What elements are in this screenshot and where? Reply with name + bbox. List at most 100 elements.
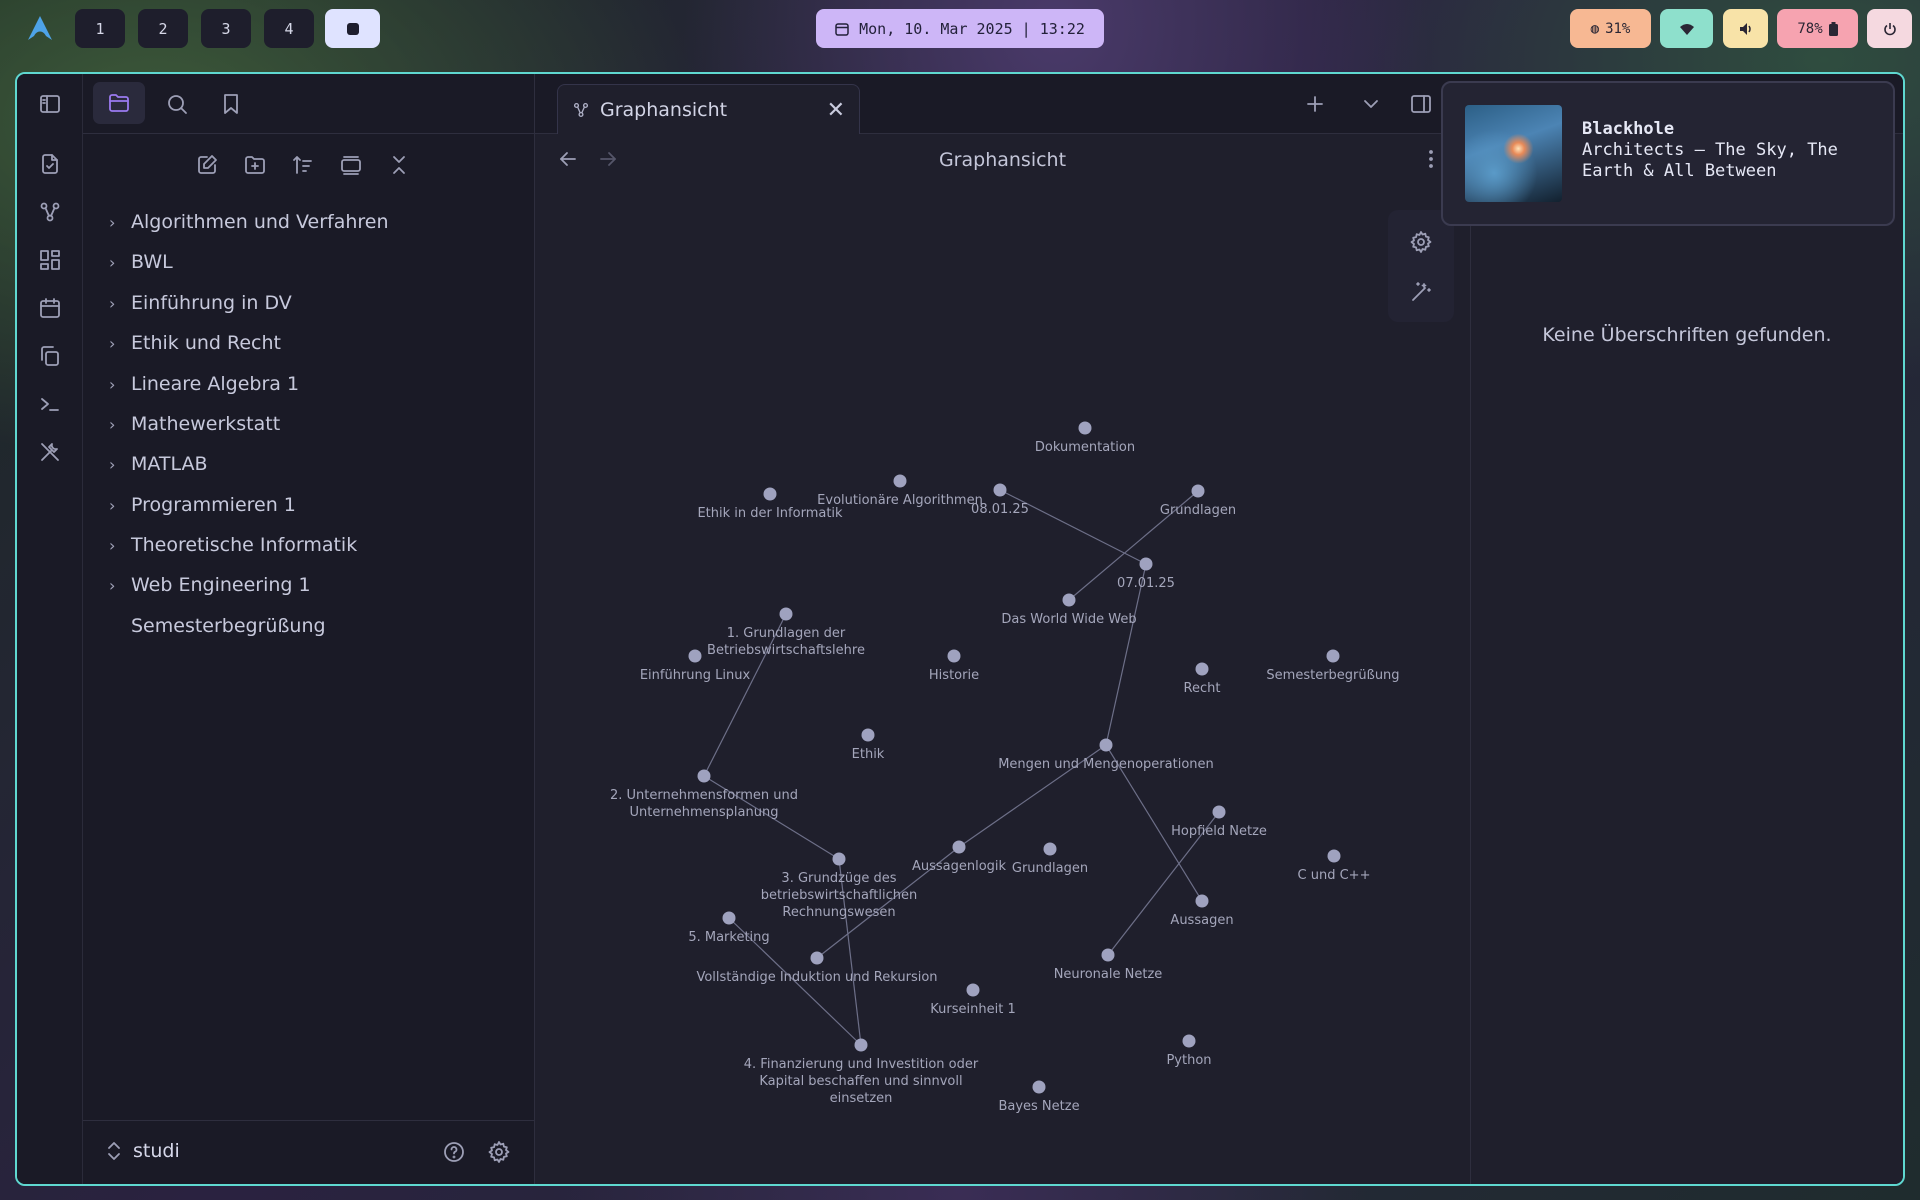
- workspace-3[interactable]: 3: [201, 9, 251, 48]
- new-note-icon[interactable]: [189, 147, 225, 183]
- workspace-4[interactable]: 4: [264, 9, 314, 48]
- bookmarks-tab-icon[interactable]: [213, 86, 249, 122]
- vault-name[interactable]: studi: [133, 1140, 180, 1162]
- graph-node-bwl3[interactable]: [832, 852, 846, 866]
- graph-node-induktion[interactable]: [810, 951, 824, 965]
- graph-node-d080125[interactable]: [993, 483, 1007, 497]
- folder-label: Programmieren 1: [131, 494, 296, 516]
- workspace-2[interactable]: 2: [138, 9, 188, 48]
- workspace-1[interactable]: 1: [75, 9, 125, 48]
- graph-canvas[interactable]: DokumentationEvolutionäre AlgorithmenEth…: [535, 134, 1470, 1184]
- graph-node-python[interactable]: [1182, 1034, 1196, 1048]
- close-tab-icon[interactable]: ✕: [827, 98, 845, 123]
- settings-icon[interactable]: [483, 1136, 515, 1168]
- templates-icon[interactable]: [32, 338, 68, 374]
- graph-node-grund2[interactable]: [1043, 842, 1057, 856]
- battery-widget[interactable]: 78%: [1777, 9, 1858, 48]
- tab-title: Graphansicht: [600, 99, 728, 121]
- auto-reveal-icon[interactable]: [333, 147, 369, 183]
- graph-node-semester[interactable]: [1326, 649, 1340, 663]
- top-bar: 1 2 3 4 Mon, 10. Mar 2025 | 13:22 ◍ 31% …: [0, 0, 1920, 58]
- folder-lineare-algebra[interactable]: › Lineare Algebra 1: [109, 364, 299, 404]
- toggle-right-sidebar-icon[interactable]: [1403, 86, 1439, 122]
- graph-node-marketing[interactable]: [722, 911, 736, 925]
- help-icon[interactable]: [438, 1136, 470, 1168]
- chevron-right-icon: ›: [109, 374, 116, 394]
- tools-icon[interactable]: [32, 434, 68, 470]
- tab-graphansicht[interactable]: Graphansicht ✕: [557, 84, 860, 135]
- folder-label: Theoretische Informatik: [131, 534, 358, 556]
- folder-programmieren[interactable]: › Programmieren 1: [109, 485, 296, 525]
- vault-switcher-icon[interactable]: [99, 1136, 129, 1166]
- folder-web-engineering[interactable]: › Web Engineering 1: [109, 565, 311, 605]
- graph-node-bwl4[interactable]: [854, 1038, 868, 1052]
- toggle-sidebar-icon[interactable]: [32, 86, 68, 122]
- arch-logo-icon[interactable]: [26, 14, 54, 42]
- graph-node-evo[interactable]: [893, 474, 907, 488]
- graph-node-kurs[interactable]: [966, 983, 980, 997]
- graph-node-ethik[interactable]: [861, 728, 875, 742]
- graph-node-ccpp[interactable]: [1327, 849, 1341, 863]
- new-tab-icon[interactable]: [1297, 86, 1333, 122]
- graph-node-label: Aussagen: [1170, 913, 1233, 928]
- graph-view-icon[interactable]: [32, 194, 68, 230]
- sort-order-icon[interactable]: [285, 147, 321, 183]
- folder-label: BWL: [131, 251, 173, 273]
- graph-view[interactable]: Graphansicht Dokumentation Evolutionäre A…: [535, 134, 1470, 1184]
- wifi-widget[interactable]: [1660, 9, 1713, 48]
- graph-node-bayes[interactable]: [1032, 1080, 1046, 1094]
- graph-node-bwl2[interactable]: [697, 769, 711, 783]
- power-icon: [1883, 22, 1896, 35]
- canvas-icon[interactable]: [32, 242, 68, 278]
- folder-algorithmen[interactable]: › Algorithmen und Verfahren: [109, 202, 389, 242]
- graph-edge: [1105, 563, 1147, 746]
- files-tab-icon[interactable]: [93, 82, 145, 124]
- folder-matlab[interactable]: › MATLAB: [109, 444, 208, 484]
- daily-note-calendar-icon[interactable]: [32, 290, 68, 326]
- graph-node-grund1[interactable]: [1191, 484, 1205, 498]
- graph-node-aussagenlogik[interactable]: [952, 840, 966, 854]
- chevron-right-icon: ›: [109, 293, 116, 313]
- graph-node-dok[interactable]: [1078, 421, 1092, 435]
- clock-text: Mon, 10. Mar 2025 | 13:22: [859, 19, 1085, 38]
- animate-wand-icon[interactable]: [1403, 274, 1439, 310]
- open-quick-switcher-icon[interactable]: [32, 146, 68, 182]
- workspace-5-active[interactable]: [325, 9, 380, 48]
- graph-node-neuronal[interactable]: [1101, 948, 1115, 962]
- graph-node-d070125[interactable]: [1139, 557, 1153, 571]
- media-notification[interactable]: Blackhole Architects – The Sky, The Eart…: [1441, 81, 1895, 226]
- graph-settings-gear-icon[interactable]: [1403, 224, 1439, 260]
- graph-node-recht[interactable]: [1195, 662, 1209, 676]
- graph-node-label: Recht: [1184, 681, 1221, 696]
- folder-label: Lineare Algebra 1: [131, 373, 300, 395]
- outline-panel: Keine Überschriften gefunden.: [1470, 134, 1903, 1184]
- collapse-all-icon[interactable]: [381, 147, 417, 183]
- clock-widget[interactable]: Mon, 10. Mar 2025 | 13:22: [816, 9, 1104, 48]
- graph-node-hopfield[interactable]: [1212, 805, 1226, 819]
- folder-mathewerkstatt[interactable]: › Mathewerkstatt: [109, 404, 280, 444]
- chevron-right-icon: ›: [109, 333, 116, 353]
- folder-theoretische-informatik[interactable]: › Theoretische Informatik: [109, 525, 357, 565]
- graph-node-www[interactable]: [1062, 593, 1076, 607]
- graph-node-mengen[interactable]: [1099, 738, 1113, 752]
- graph-node-bwl1[interactable]: [779, 607, 793, 621]
- power-widget[interactable]: [1867, 9, 1912, 48]
- search-tab-icon[interactable]: [159, 86, 195, 122]
- tab-list-chevron-down-icon[interactable]: [1353, 86, 1389, 122]
- battery-icon: [1828, 21, 1838, 36]
- folder-label: MATLAB: [131, 453, 208, 475]
- graph-node-historie[interactable]: [947, 649, 961, 663]
- chevron-right-icon: ›: [109, 252, 116, 272]
- graph-node-ethikinf[interactable]: [763, 487, 777, 501]
- folder-bwl[interactable]: › BWL: [109, 242, 173, 282]
- new-folder-icon[interactable]: [237, 147, 273, 183]
- file-semesterbegruessung[interactable]: Semesterbegrüßung: [131, 606, 326, 646]
- cpu-widget[interactable]: ◍ 31%: [1570, 9, 1651, 48]
- graph-node-aussagen[interactable]: [1195, 894, 1209, 908]
- terminal-icon[interactable]: [32, 386, 68, 422]
- folder-einfuehrung-dv[interactable]: › Einführung in DV: [109, 283, 292, 323]
- folder-ethik-recht[interactable]: › Ethik und Recht: [109, 323, 281, 363]
- graph-node-linux[interactable]: [688, 649, 702, 663]
- volume-widget[interactable]: [1723, 9, 1768, 48]
- vault-footer: studi: [83, 1120, 534, 1184]
